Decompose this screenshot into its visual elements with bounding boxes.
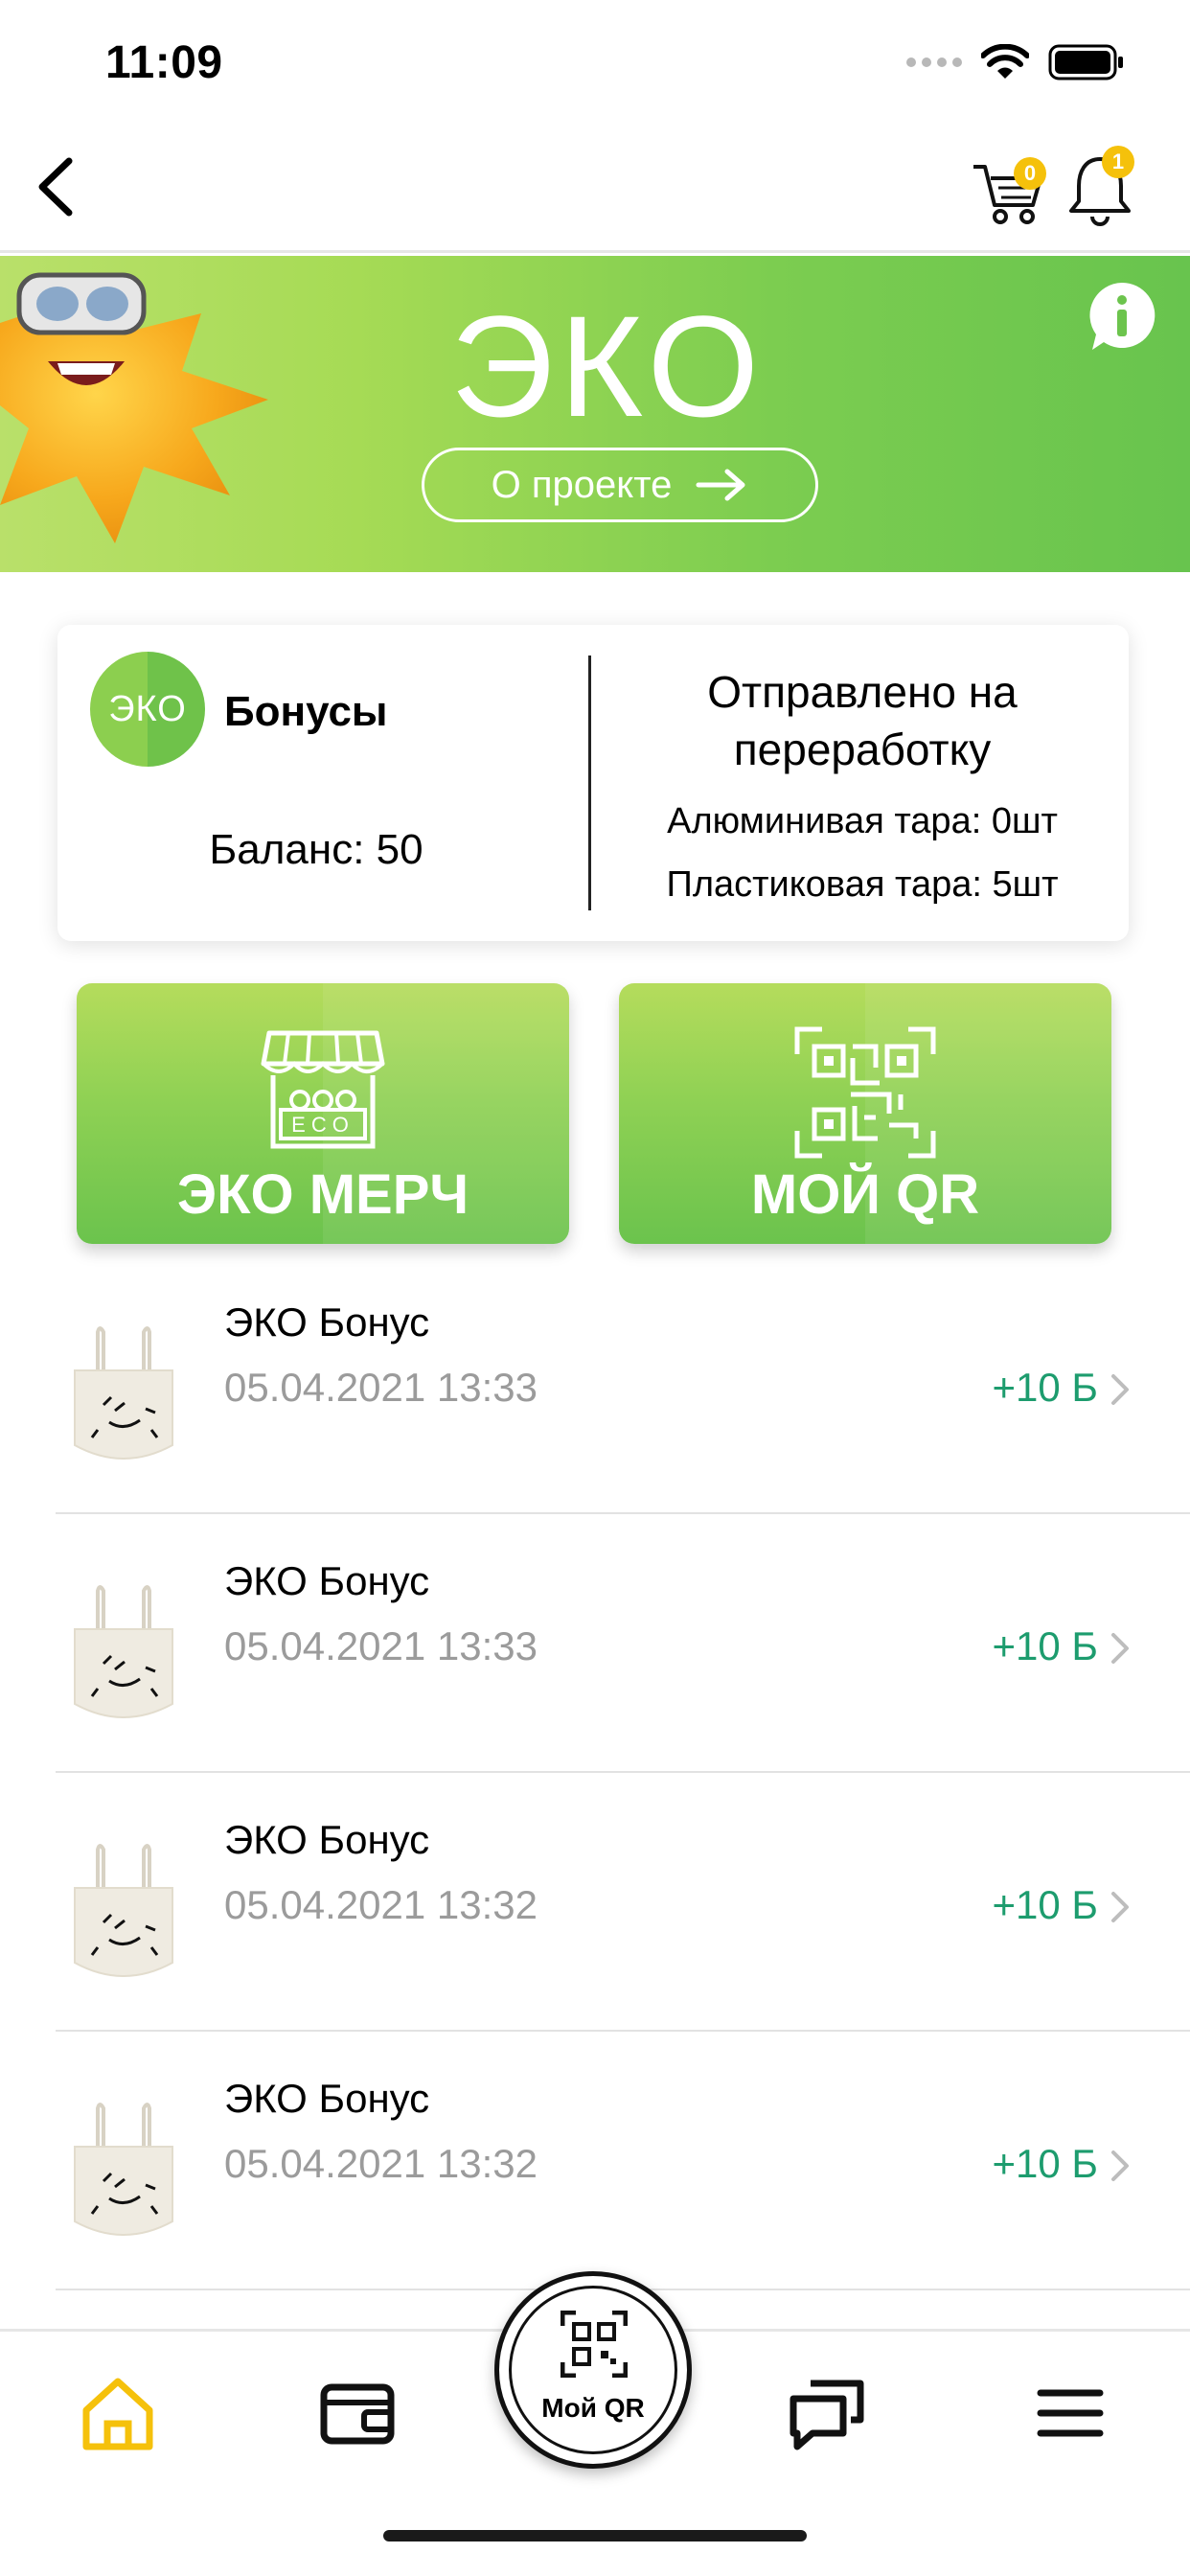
info-icon bbox=[1089, 282, 1156, 350]
chevron-right-icon bbox=[1111, 1892, 1129, 1922]
status-icons bbox=[906, 44, 1125, 80]
qr-code-icon bbox=[794, 1026, 936, 1159]
transaction-title: ЭКО Бонус bbox=[224, 2076, 430, 2121]
chevron-right-icon bbox=[1111, 2150, 1129, 2181]
my-qr-fab-button[interactable]: Мой QR bbox=[494, 2271, 692, 2469]
banner-logo: ЭКО bbox=[450, 286, 766, 447]
nav-bar: 0 1 bbox=[0, 125, 1190, 253]
my-qr-tile-button[interactable]: МОЙ QR bbox=[619, 983, 1111, 1244]
tab-chat[interactable] bbox=[784, 2370, 870, 2456]
status-time: 11:09 bbox=[105, 37, 223, 88]
plastic-count: Пластиковая тара: 5шт bbox=[666, 864, 1059, 905]
aluminium-count: Алюминивая тара: 0шт bbox=[667, 801, 1058, 841]
transaction-amount: +10 Б bbox=[992, 1365, 1098, 1410]
notification-badge: 1 bbox=[1102, 146, 1134, 178]
wallet-icon bbox=[320, 2383, 395, 2445]
transaction-date: 05.04.2021 13:32 bbox=[224, 2141, 538, 2186]
tote-bag-image bbox=[74, 2103, 173, 2236]
arrow-right-icon bbox=[696, 469, 745, 501]
transaction-amount: +10 Б bbox=[992, 2141, 1098, 2186]
qr-scan-icon bbox=[561, 2311, 628, 2378]
eco-banner[interactable]: ЭКО О проекте bbox=[0, 256, 1190, 572]
bonus-title: Бонусы bbox=[224, 688, 388, 735]
chat-icon bbox=[790, 2380, 864, 2450]
cart-badge: 0 bbox=[1014, 157, 1046, 190]
transaction-row[interactable]: ЭКО Бонус 05.04.2021 13:33 +10 Б bbox=[0, 1255, 1190, 1514]
transaction-amount: +10 Б bbox=[992, 1623, 1098, 1668]
cart-button[interactable]: 0 bbox=[970, 153, 1046, 230]
transaction-title: ЭКО Бонус bbox=[224, 1558, 430, 1603]
merch-sign-text: ECO bbox=[291, 1113, 355, 1137]
battery-icon bbox=[1048, 44, 1123, 80]
transaction-date: 05.04.2021 13:33 bbox=[224, 1365, 538, 1410]
about-project-button[interactable]: О проекте bbox=[422, 448, 818, 522]
transaction-date: 05.04.2021 13:33 bbox=[224, 1623, 538, 1668]
my-qr-tile-label: МОЙ QR bbox=[750, 1163, 980, 1226]
transaction-row[interactable]: ЭКО Бонус 05.04.2021 13:32 +10 Б bbox=[0, 1773, 1190, 2032]
tote-bag-image bbox=[74, 1585, 173, 1718]
home-indicator bbox=[383, 2530, 807, 2542]
status-bar: 11:09 bbox=[0, 0, 1190, 125]
notifications-button[interactable]: 1 bbox=[1062, 146, 1138, 230]
tab-menu[interactable] bbox=[1027, 2370, 1113, 2456]
tab-home[interactable] bbox=[75, 2370, 161, 2456]
menu-icon bbox=[1037, 2389, 1104, 2437]
transaction-amount: +10 Б bbox=[992, 1882, 1098, 1927]
transaction-date: 05.04.2021 13:32 bbox=[224, 1882, 538, 1927]
about-project-label: О проекте bbox=[491, 463, 673, 506]
chevron-right-icon bbox=[1111, 1633, 1129, 1664]
signal-icon bbox=[906, 58, 962, 67]
bonus-card: ЭКО Бонусы Баланс: 50 Отправлено на пере… bbox=[57, 625, 1129, 941]
transaction-row[interactable]: ЭКО Бонус 05.04.2021 13:32 +10 Б bbox=[0, 2032, 1190, 2290]
tote-bag-image bbox=[74, 1326, 173, 1460]
recycled-title: Отправлено на переработку bbox=[707, 667, 1018, 774]
eco-logo: ЭКО bbox=[90, 652, 205, 767]
chevron-right-icon bbox=[1111, 1374, 1129, 1405]
card-divider bbox=[588, 656, 591, 910]
market-stall-icon: ECO bbox=[261, 1030, 385, 1149]
back-button[interactable] bbox=[27, 153, 84, 220]
transaction-list: ЭКО Бонус 05.04.2021 13:33 +10 Б ЭКО Бон… bbox=[0, 1255, 1190, 2290]
qr-fab-label: Мой QR bbox=[541, 2393, 645, 2423]
bonus-balance: Баланс: 50 bbox=[209, 826, 423, 873]
wifi-icon bbox=[981, 44, 1029, 79]
home-icon bbox=[82, 2378, 153, 2450]
transaction-title: ЭКО Бонус bbox=[224, 1817, 430, 1862]
transaction-title: ЭКО Бонус bbox=[224, 1300, 430, 1345]
mascot-image bbox=[0, 272, 268, 543]
tab-wallet[interactable] bbox=[314, 2370, 400, 2456]
eco-merch-button[interactable]: ECO ЭКО МЕРЧ bbox=[77, 983, 569, 1244]
transaction-row[interactable]: ЭКО Бонус 05.04.2021 13:33 +10 Б bbox=[0, 1514, 1190, 1773]
tote-bag-image bbox=[74, 1844, 173, 1977]
info-button[interactable] bbox=[1085, 279, 1159, 354]
chevron-left-icon bbox=[38, 157, 73, 217]
eco-merch-label: ЭКО МЕРЧ bbox=[176, 1163, 469, 1226]
